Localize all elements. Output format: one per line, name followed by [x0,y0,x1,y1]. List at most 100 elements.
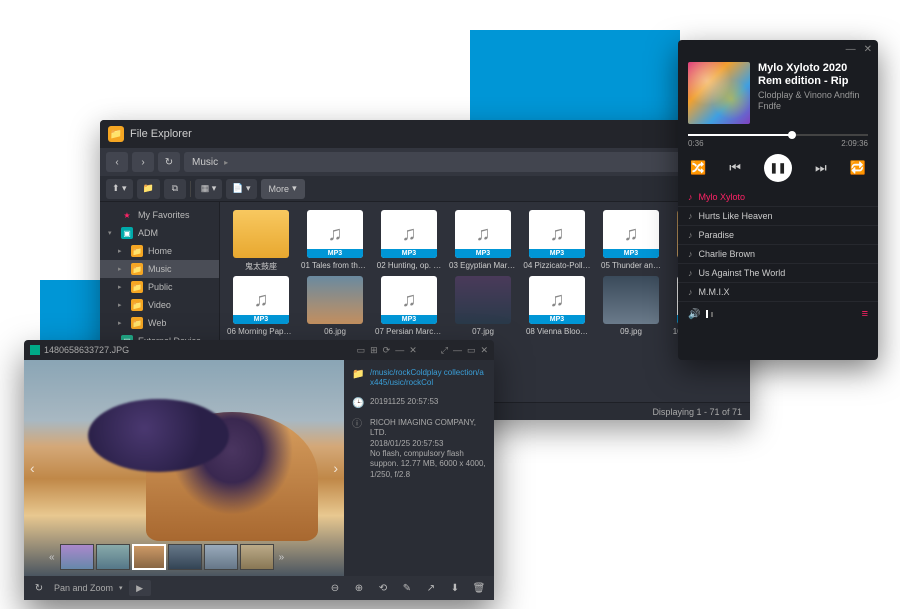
thumbnail[interactable] [132,544,166,570]
titlebar-tools: ▭ ⊞ ⟳ — ✕ [357,345,417,356]
playlist-track[interactable]: ♪Charlie Brown [678,245,878,264]
next-image-button[interactable]: › [333,460,338,476]
back-button[interactable]: ‹ [106,152,128,172]
progress-bar[interactable] [688,134,868,136]
toolbar: ⬆ ▾ 📁 ⧉ ▦ ▾ 📄 ▾ More ▾ ⚙ [100,176,750,202]
playlist-track[interactable]: ♪Hurts Like Heaven [678,207,878,226]
thumbnail[interactable] [60,544,94,570]
file-label: 04 Pizzicato-Poll… [523,261,591,270]
tool-edit[interactable]: ✎ [398,580,416,596]
info-camera: ⓘRICOH IMAGING COMPANY, LTD.2018/01/25 2… [352,418,486,480]
tool-button[interactable]: ✕ [409,345,417,356]
bottom-bar: 🔊 ≡ [678,302,878,326]
sidebar-web[interactable]: ▸📁Web [100,314,219,332]
volume-icon[interactable]: 🔊 [688,309,700,320]
tool-zoom-out[interactable]: ⊖ [326,580,344,596]
file-item[interactable]: 06.jpg [299,276,371,336]
file-item[interactable]: 鬼太鼓座 [225,210,297,272]
thumbnail[interactable] [204,544,238,570]
close-button[interactable]: ✕ [864,44,872,55]
playlist-icon[interactable]: ≡ [862,308,868,320]
playlist-track[interactable]: ♪Us Against The World [678,264,878,283]
file-item[interactable]: ♫MP305 Thunder an… [595,210,667,272]
volume-slider[interactable] [706,310,713,318]
tool-rotate[interactable]: ⟲ [374,580,392,596]
refresh-button[interactable]: ↻ [158,152,180,172]
time-total: 2:09:36 [841,139,868,148]
file-label: 07 Persian March… [375,327,443,336]
strip-prev-button[interactable]: « [46,552,58,563]
file-label: 鬼太鼓座 [227,261,295,272]
thumbnail[interactable] [96,544,130,570]
prev-button[interactable]: ⏮ [729,160,741,176]
sidebar-adm[interactable]: ▾▣ADM [100,224,219,242]
titlebar: — ✕ [678,40,878,58]
sync-button[interactable]: ↻ [30,580,48,596]
bottom-toolbar: ↻ Pan and Zoom ▾ ▶ ⊖ ⊕ ⟲ ✎ ↗ ⬇ 🗑 [24,576,494,600]
tool-delete[interactable]: 🗑 [470,580,488,596]
file-item[interactable]: ♫MP301 Tales from the… [299,210,371,272]
close-button[interactable]: ✕ [480,345,488,356]
file-item[interactable]: 09.jpg [595,276,667,336]
minimize-button[interactable]: — [846,44,856,55]
strip-next-button[interactable]: » [276,552,288,563]
tool-share[interactable]: ↗ [422,580,440,596]
sidebar-favorites[interactable]: ★My Favorites [100,206,219,224]
file-item[interactable]: ♫MP307 Persian March… [373,276,445,336]
sidebar-public[interactable]: ▸📁Public [100,278,219,296]
repeat-button[interactable]: 🔁 [850,160,866,176]
app-icon: 📁 [108,126,124,142]
file-item[interactable]: ♫MP306 Morning Pape… [225,276,297,336]
thumbnail[interactable] [168,544,202,570]
tool-button[interactable]: ▭ [357,345,366,356]
view-button[interactable]: ▦ ▾ [195,179,223,199]
file-item[interactable]: 07.jpg [447,276,519,336]
music-player-window: — ✕ Mylo Xyloto 2020 Rem edition - Rip C… [678,40,878,360]
image-canvas[interactable]: ‹ › « » [24,360,344,576]
next-button[interactable]: ⏭ [815,160,827,176]
maximize-button[interactable]: ▭ [467,345,476,356]
file-label: 07.jpg [449,327,517,336]
playlist-track[interactable]: ♪Paradise [678,226,878,245]
forward-button[interactable]: › [132,152,154,172]
thumbnail-strip: « » [46,542,322,572]
breadcrumb[interactable]: Music ▸ [184,152,692,172]
more-button[interactable]: More ▾ [261,179,305,199]
new-folder-button[interactable]: 📁 [137,179,160,199]
slideshow-button[interactable]: ▶ [129,580,151,596]
file-item[interactable]: ♫MP302 Hunting, op. … [373,210,445,272]
titlebar: 1480658633727.JPG ▭ ⊞ ⟳ — ✕ ⤢ — ▭ ✕ [24,340,494,360]
tool-button[interactable]: ⤢ [441,345,448,356]
thumbnail[interactable] [240,544,274,570]
sidebar-video[interactable]: ▸📁Video [100,296,219,314]
file-item[interactable]: ♫MP308 Vienna Bloo… [521,276,593,336]
sort-button[interactable]: 📄 ▾ [226,179,256,199]
upload-button[interactable]: ⬆ ▾ [106,179,133,199]
filename: 1480658633727.JPG [44,345,353,355]
tool-button[interactable]: — [395,345,404,356]
track-artist: Clodplay & Vinono Andfin Fndfe [758,90,868,112]
file-label: 03 Egyptian Marc… [449,261,517,270]
file-item[interactable]: ♫MP304 Pizzicato-Poll… [521,210,593,272]
file-item[interactable]: ♫MP303 Egyptian Marc… [447,210,519,272]
dropdown-icon[interactable]: ▾ [119,584,123,592]
tool-zoom-in[interactable]: ⊕ [350,580,368,596]
tool-button[interactable]: ⟳ [383,345,391,356]
sidebar-home[interactable]: ▸📁Home [100,242,219,260]
time-current: 0:36 [688,139,704,148]
progress-section: 0:36 2:09:36 [678,134,878,148]
file-label: 09.jpg [597,327,665,336]
prev-image-button[interactable]: ‹ [30,460,35,476]
playlist-track[interactable]: ♪Mylo Xyloto [678,188,878,207]
tool-download[interactable]: ⬇ [446,580,464,596]
playlist-track[interactable]: ♪M.M.I.X [678,283,878,302]
file-label: 06.jpg [301,327,369,336]
sidebar-music[interactable]: ▸📁Music [100,260,219,278]
app-icon [30,345,40,355]
pause-button[interactable]: ❚❚ [764,154,792,182]
album-art [688,62,750,124]
shuffle-button[interactable]: 🔀 [690,160,706,176]
copy-button[interactable]: ⧉ [164,179,186,199]
tool-button[interactable]: ⊞ [370,345,378,356]
minimize-button[interactable]: — [453,345,462,356]
